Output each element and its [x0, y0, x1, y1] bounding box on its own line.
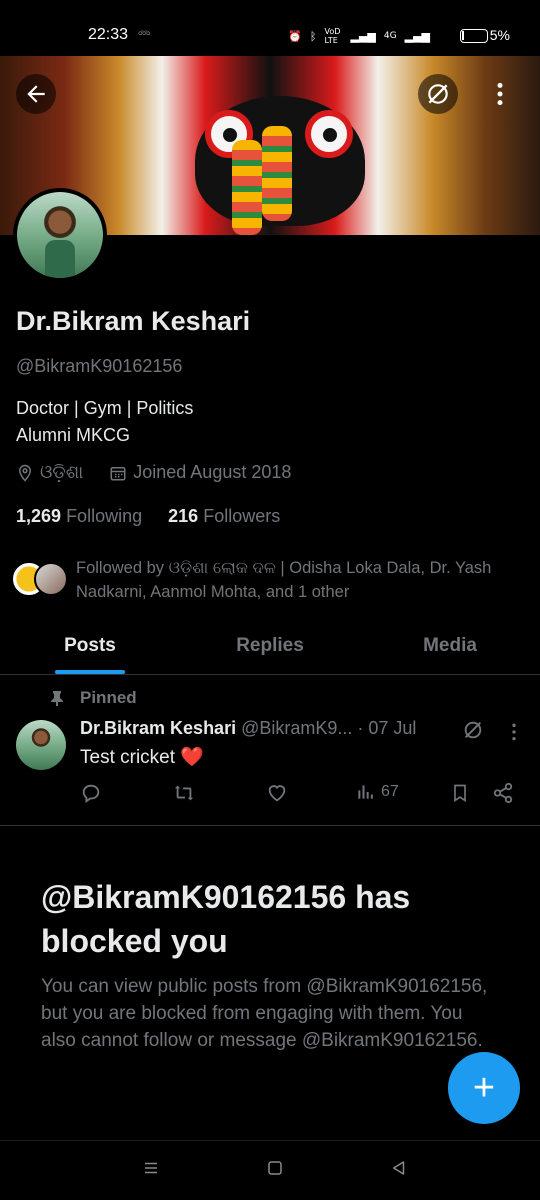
status-bar: 22:33 ഠ്ഠ്ഠ ⏰ ᛒ VoD LTE ▂▄▆ 4G ▂▄▆ 5%	[0, 0, 540, 56]
repost-button[interactable]	[172, 782, 196, 804]
pin-icon	[51, 691, 63, 706]
system-nav-bar	[0, 1140, 540, 1200]
bio-line-2: Alumni MKCG	[16, 425, 131, 445]
bio-line-1: Doctor | Gym | Politics	[16, 398, 194, 418]
calendar-icon	[110, 466, 126, 480]
banner-garland	[232, 140, 262, 235]
avatar-image	[17, 192, 103, 278]
bookmark-icon	[454, 784, 466, 803]
signal-icon-2: ▂▄▆	[404, 29, 430, 43]
post-body: Test cricket	[80, 747, 176, 768]
grok-button[interactable]	[418, 74, 458, 114]
status-icons: ⏰ ᛒ VoD LTE ▂▄▆ 4G ▂▄▆	[288, 27, 430, 45]
back-nav-button[interactable]	[390, 1159, 408, 1182]
profile-bio: Doctor | Gym | Politics Alumni MKCG	[16, 395, 193, 449]
profile-meta: ଓଡ଼ିଶା Joined August 2018	[16, 462, 291, 483]
status-time: 22:33	[88, 26, 129, 43]
post-author-handle: @BikramK9...	[241, 718, 353, 738]
following-label: Following	[66, 506, 143, 526]
followers-link[interactable]: 216 Followers	[168, 506, 280, 526]
profile-joined: Joined August 2018	[133, 462, 292, 482]
banner-eye-right	[305, 110, 353, 158]
post-date: · 07 Jul	[357, 718, 417, 738]
reply-icon	[82, 784, 100, 804]
views-count: 67	[381, 783, 399, 800]
location-icon	[18, 464, 32, 482]
share-icon	[493, 782, 513, 804]
profile-handle: @BikramK90162156	[16, 356, 183, 376]
blocked-message: You can view public posts from @BikramK9…	[41, 976, 488, 1051]
post-more-icon[interactable]	[510, 722, 518, 742]
post-header: Dr.Bikram Keshari @BikramK9... · 07 Jul	[80, 718, 490, 739]
views-button[interactable]: 67	[356, 782, 399, 802]
grok-icon	[428, 84, 448, 104]
post-actions: 67	[80, 782, 520, 808]
followed-by-text: Followed by ଓଡ଼ିଶା ଲୋକ ଦଳ | Odisha Loka …	[76, 559, 492, 601]
pinned-label: Pinned	[80, 688, 137, 707]
network-label-2: 4G	[383, 31, 397, 41]
bluetooth-icon: ᛒ	[309, 29, 317, 43]
network-label-1: VoD LTE	[324, 27, 341, 45]
more-vertical-icon	[497, 82, 503, 106]
pinned-indicator: Pinned	[50, 688, 137, 708]
alarm-icon: ⏰	[288, 29, 302, 43]
battery-percent: 5%	[489, 27, 510, 43]
tab-posts[interactable]: Posts	[0, 620, 180, 674]
plus-icon: +	[472, 1066, 496, 1109]
menu-icon	[145, 1162, 157, 1174]
profile-stats: 1,269 Following 216 Followers	[16, 506, 280, 527]
more-button[interactable]	[480, 74, 520, 114]
home-button[interactable]	[266, 1159, 284, 1182]
share-button[interactable]	[492, 782, 514, 804]
signal-icon: ▂▄▆	[350, 29, 376, 43]
profile-name: Dr.Bikram Keshari	[16, 306, 251, 336]
heart-icon	[268, 785, 286, 802]
battery-icon	[460, 29, 488, 43]
post-author-avatar[interactable]	[16, 720, 66, 770]
status-small-text: ഠ്ഠ്ഠ	[138, 31, 150, 37]
back-arrow-icon	[27, 85, 45, 103]
views-icon	[358, 785, 373, 799]
repost-icon	[174, 785, 194, 801]
heart-emoji: ❤️	[180, 747, 204, 768]
divider	[0, 825, 540, 826]
grok-icon[interactable]	[462, 719, 484, 741]
post-text: Test cricket ❤️	[80, 745, 204, 769]
reply-button[interactable]	[80, 782, 102, 804]
followers-count: 216	[168, 506, 199, 526]
profile-avatar[interactable]	[13, 188, 107, 282]
followers-label: Followers	[203, 506, 281, 526]
following-link[interactable]: 1,269 Following	[16, 506, 142, 526]
blocked-title: @BikramK90162156 has blocked you	[41, 879, 411, 959]
home-square-icon	[268, 1161, 282, 1175]
follower-avatar	[34, 562, 68, 596]
back-button[interactable]	[16, 74, 56, 114]
compose-button[interactable]: +	[448, 1052, 520, 1124]
recents-button[interactable]	[142, 1159, 160, 1182]
like-button[interactable]	[266, 782, 288, 804]
follower-avatars	[12, 562, 74, 598]
tab-replies[interactable]: Replies	[180, 620, 360, 674]
tab-media[interactable]: Media	[360, 620, 540, 674]
profile-location: ଓଡ଼ିଶା	[40, 462, 84, 482]
bookmark-button[interactable]	[450, 782, 470, 804]
following-count: 1,269	[16, 506, 62, 526]
followed-by-row[interactable]: Followed by ଓଡ଼ିଶା ଲୋକ ଦଳ | Odisha Loka …	[12, 556, 528, 604]
back-triangle-icon	[393, 1161, 405, 1175]
profile-tabs: Posts Replies Media	[0, 620, 540, 675]
post-author-name[interactable]: Dr.Bikram Keshari	[80, 718, 236, 738]
banner-garland	[262, 126, 292, 221]
